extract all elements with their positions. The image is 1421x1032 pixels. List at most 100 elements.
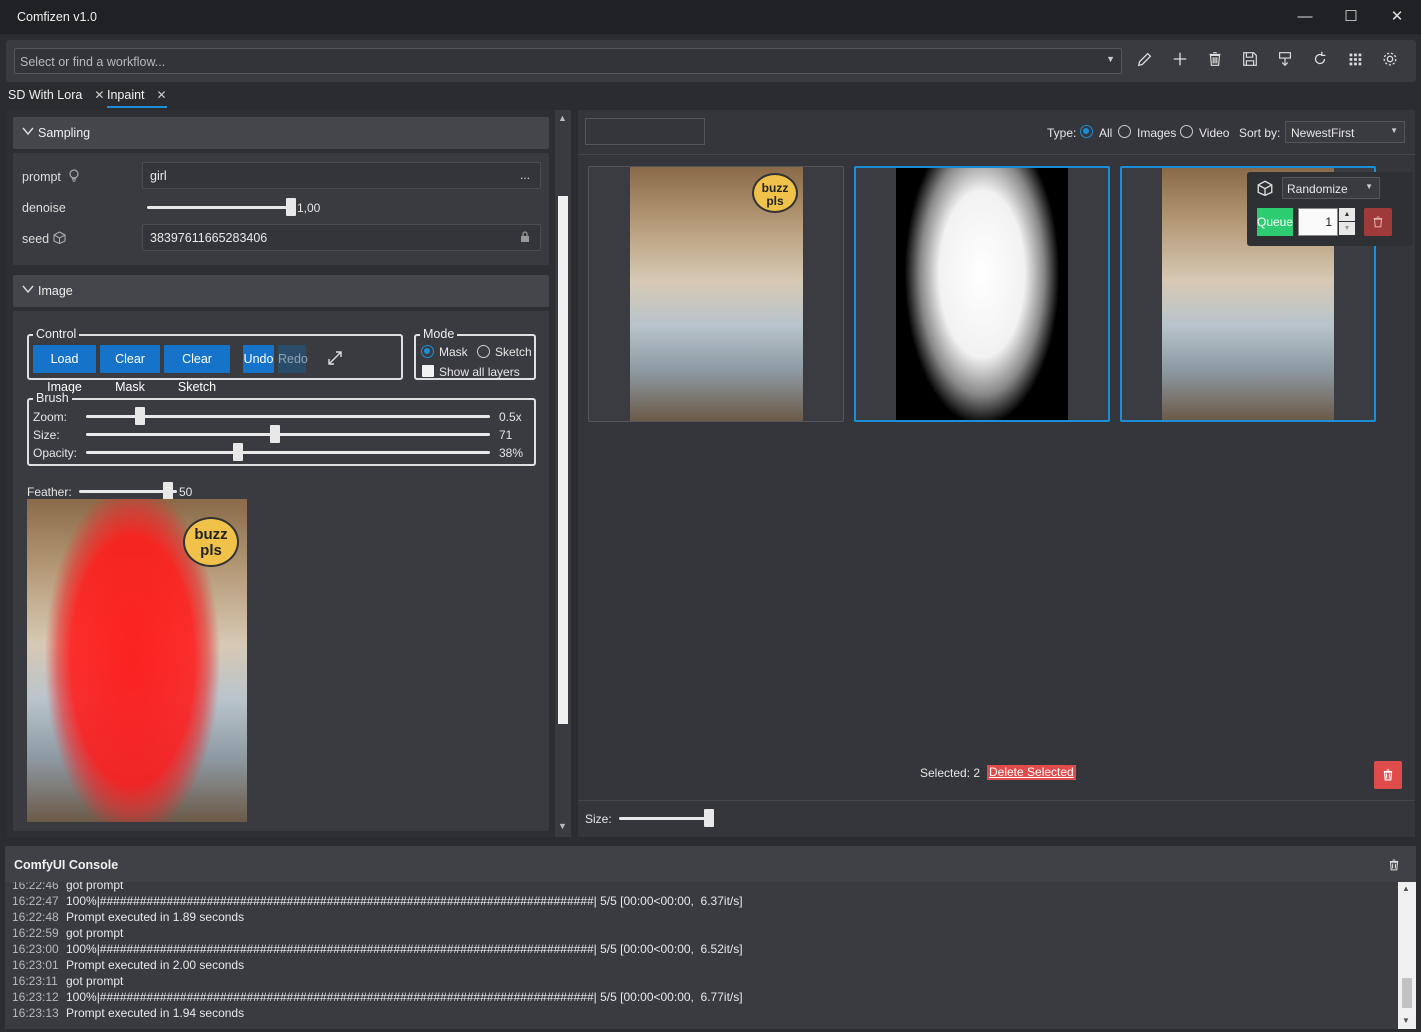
thumb-size-slider-thumb[interactable] — [704, 809, 714, 827]
section-title: Image — [38, 284, 73, 298]
queue-count-input[interactable]: 1 — [1298, 208, 1338, 236]
scroll-down-icon[interactable]: ▼ — [558, 821, 567, 831]
log-line: 16:22:47 100%|###########################… — [12, 894, 743, 908]
image-section-header[interactable]: Image — [13, 275, 549, 307]
type-all-radio[interactable] — [1080, 125, 1093, 138]
mode-group-title: Mode — [420, 327, 458, 341]
redo-button[interactable]: Redo — [278, 345, 308, 373]
queue-button[interactable]: Queue — [1257, 208, 1293, 236]
console-header: ComfyUI Console — [5, 846, 1416, 882]
tab-sd-with-lora[interactable]: SD With Lora ✕ — [8, 88, 104, 108]
feather-slider-thumb[interactable] — [163, 482, 173, 500]
export-icon[interactable] — [1276, 50, 1300, 72]
thumb-size-label: Size: — [585, 812, 612, 826]
title-bar: Comfizen v1.0 — ☐ ✕ — [0, 0, 1421, 34]
denoise-slider[interactable] — [147, 206, 291, 209]
trash-icon[interactable] — [1206, 50, 1230, 72]
main-toolbar: Select or find a workflow... ▼ — [6, 40, 1416, 82]
lightbulb-icon — [68, 169, 80, 186]
opacity-slider-thumb[interactable] — [233, 443, 243, 461]
load-image-button[interactable]: Load Image — [33, 345, 96, 394]
thumb-size-slider[interactable] — [619, 817, 709, 820]
scroll-up-icon[interactable]: ▲ — [1402, 884, 1410, 893]
tab-label: Inpaint — [107, 88, 145, 102]
log-line: 16:23:11 got prompt — [12, 974, 124, 988]
edit-icon[interactable] — [1136, 50, 1160, 72]
prompt-field[interactable]: girl ... — [142, 162, 541, 189]
opacity-slider[interactable] — [86, 451, 490, 454]
thumbnail-image: buzz pls — [630, 167, 803, 421]
undo-button[interactable]: Undo — [243, 345, 274, 373]
log-line: 16:23:12 100%|###########################… — [12, 990, 743, 1004]
denoise-slider-thumb[interactable] — [286, 198, 296, 216]
sort-select[interactable]: NewestFirst ▼ — [1285, 121, 1405, 143]
chevron-down-icon — [22, 283, 34, 298]
minimize-button[interactable]: — — [1291, 6, 1319, 28]
plus-icon[interactable] — [1171, 50, 1195, 72]
gallery-card-selected[interactable] — [854, 166, 1110, 422]
gallery-filter-input[interactable] — [585, 118, 705, 145]
close-icon[interactable]: ✕ — [94, 88, 104, 102]
left-panel-scrollbar[interactable]: ▲ ▼ — [555, 110, 571, 837]
grid-icon[interactable] — [1346, 50, 1370, 72]
feather-label: Feather: — [27, 485, 72, 499]
refresh-icon[interactable] — [1311, 50, 1335, 72]
clear-sketch-button[interactable]: Clear Sketch — [164, 345, 230, 394]
log-line: 16:23:13 Prompt executed in 1.94 seconds — [12, 1006, 245, 1020]
zoom-slider[interactable] — [86, 415, 490, 418]
mode-sketch-radio[interactable] — [477, 345, 490, 358]
type-images-radio[interactable] — [1118, 125, 1131, 138]
close-window-button[interactable]: ✕ — [1383, 6, 1411, 28]
cancel-queue-button[interactable] — [1364, 208, 1392, 236]
prompt-value: girl — [150, 169, 167, 183]
sort-value: NewestFirst — [1291, 126, 1355, 140]
opacity-label: Opacity: — [33, 446, 78, 460]
gear-icon[interactable] — [1381, 50, 1405, 72]
count-increment-button[interactable]: ▲ — [1339, 208, 1355, 221]
size-slider-thumb[interactable] — [270, 425, 280, 443]
chevron-down-icon: ▼ — [1390, 126, 1398, 135]
seed-field[interactable]: 383976116652834​06 — [142, 224, 541, 251]
trash-icon[interactable] — [1387, 857, 1401, 876]
brush-group: Brush Zoom: 0.5x Size: 71 Opacity: 38% — [27, 391, 536, 466]
type-images-label: Images — [1137, 126, 1177, 140]
save-icon[interactable] — [1241, 50, 1265, 72]
count-decrement-button[interactable]: ▼ — [1339, 222, 1355, 235]
selected-count: Selected: 2 — [920, 766, 981, 780]
scrollbar-thumb[interactable] — [1402, 978, 1412, 1008]
delete-selected-link[interactable]: Delete Selected — [987, 765, 1076, 780]
console-title: ComfyUI Console — [14, 858, 119, 872]
gallery-card[interactable]: buzz pls — [588, 166, 844, 422]
zoom-value: 0.5x — [499, 410, 522, 424]
lock-icon[interactable] — [520, 231, 530, 246]
size-label: Size: — [33, 428, 60, 442]
scroll-down-icon[interactable]: ▼ — [1402, 1016, 1410, 1025]
seed-mode-select[interactable]: Randomize ▼ — [1282, 177, 1380, 199]
type-video-radio[interactable] — [1180, 125, 1193, 138]
scroll-up-icon[interactable]: ▲ — [558, 113, 567, 123]
queue-popup: Randomize ▼ Queue 1 ▲ ▼ — [1247, 172, 1413, 246]
mode-mask-radio[interactable] — [421, 345, 434, 358]
trash-icon — [1371, 214, 1385, 233]
show-all-layers-checkbox[interactable] — [422, 365, 434, 377]
clear-mask-button[interactable]: Clear Mask — [100, 345, 160, 394]
inpaint-canvas[interactable]: buzz pls — [27, 499, 247, 822]
prompt-more-button[interactable]: ... — [520, 168, 530, 182]
zoom-slider-thumb[interactable] — [135, 407, 145, 425]
scrollbar-thumb[interactable] — [558, 196, 568, 724]
type-label: Type: — [1047, 126, 1077, 140]
tab-inpaint[interactable]: Inpaint ✕ — [107, 88, 167, 108]
size-slider[interactable] — [86, 433, 490, 436]
divider — [578, 800, 1415, 801]
expand-icon[interactable] — [327, 350, 343, 369]
console-scrollbar[interactable]: ▲ ▼ — [1398, 882, 1416, 1029]
brush-group-title: Brush — [33, 391, 72, 405]
close-icon[interactable]: ✕ — [157, 88, 167, 102]
zoom-label: Zoom: — [33, 410, 68, 424]
workflow-select[interactable]: Select or find a workflow... ▼ — [14, 48, 1122, 74]
seed-value: 383976116652834​06 — [150, 231, 268, 245]
maximize-button[interactable]: ☐ — [1337, 6, 1365, 28]
speech-bubble: buzz pls — [752, 173, 798, 213]
delete-all-button[interactable] — [1374, 761, 1402, 789]
sampling-section-header[interactable]: Sampling — [13, 117, 549, 149]
